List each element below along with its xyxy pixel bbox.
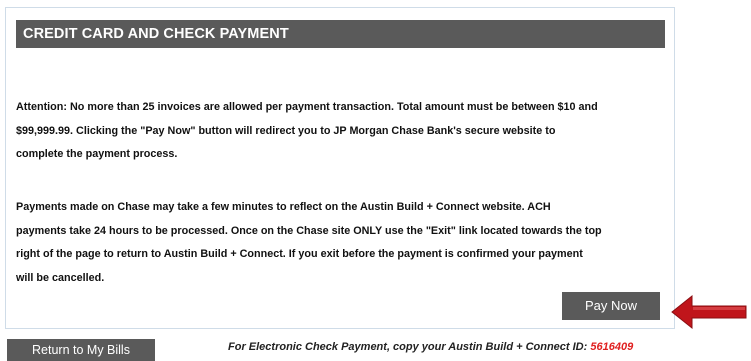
chase-info-line: will be cancelled. xyxy=(16,271,105,284)
electronic-check-note: For Electronic Check Payment, copy your … xyxy=(228,341,748,353)
attention-paragraph: Attention: No more than 25 invoices are … xyxy=(16,96,666,167)
connect-id-value: 5616409 xyxy=(590,341,634,353)
payment-panel: CREDIT CARD AND CHECK PAYMENT Attention:… xyxy=(5,7,675,329)
chase-info-line: payments take 24 hours to be processed. … xyxy=(16,224,602,237)
chase-info-paragraph: Payments made on Chase may take a few mi… xyxy=(16,196,666,290)
pay-now-button[interactable]: Pay Now xyxy=(562,292,660,320)
attention-line: complete the payment process. xyxy=(16,148,178,160)
left-arrow-icon xyxy=(671,294,747,330)
return-to-my-bills-button[interactable]: Return to My Bills xyxy=(7,339,155,361)
chase-info-line: Payments made on Chase may take a few mi… xyxy=(16,201,551,213)
panel-title: CREDIT CARD AND CHECK PAYMENT xyxy=(16,20,665,48)
attention-line: Attention: No more than 25 invoices are … xyxy=(16,101,598,113)
electronic-check-note-text: For Electronic Check Payment, copy your … xyxy=(228,341,591,353)
attention-line: $99,999.99. Clicking the "Pay Now" butto… xyxy=(16,124,556,137)
chase-info-line: right of the page to return to Austin Bu… xyxy=(16,248,583,260)
